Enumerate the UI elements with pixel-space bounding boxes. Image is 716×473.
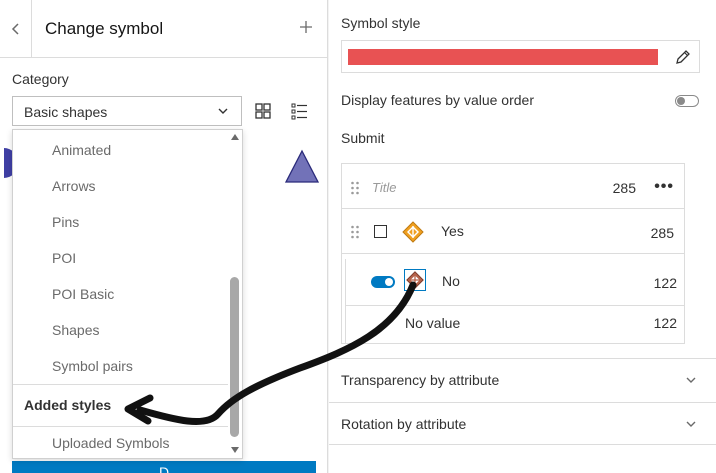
panel-header: Change symbol <box>0 0 328 58</box>
value-count-yes: 285 <box>650 225 674 241</box>
list-view-icon[interactable] <box>289 101 309 121</box>
panel-title: Change symbol <box>45 19 164 38</box>
category-dropdown: Animated Arrows Pins POI POI Basic Shape… <box>12 129 243 459</box>
dropdown-option[interactable]: POI Basic <box>52 286 114 302</box>
done-button[interactable]: D <box>12 461 316 473</box>
symbol-style-swatch <box>348 49 658 65</box>
value-label-no[interactable]: No <box>442 273 460 289</box>
drag-handle-icon[interactable] <box>350 224 360 240</box>
value-count-no: 122 <box>653 275 677 291</box>
symbol-gallery-triangle[interactable] <box>284 148 320 184</box>
symbol-style-label: Symbol style <box>341 15 421 31</box>
category-label: Category <box>12 71 69 87</box>
symbol-style-field[interactable] <box>341 40 700 73</box>
back-button[interactable] <box>0 0 32 58</box>
dropdown-option[interactable]: Symbol pairs <box>52 358 133 374</box>
category-select-value: Basic shapes <box>24 104 108 120</box>
visibility-toggle[interactable] <box>371 276 395 288</box>
list-divider <box>346 305 685 306</box>
drag-handle-icon[interactable] <box>350 180 360 196</box>
unique-values-list: Title 285 ••• Yes 285 No 122 No value 12… <box>341 163 685 344</box>
list-divider <box>342 253 684 254</box>
dropdown-option[interactable]: Pins <box>52 214 79 230</box>
change-symbol-panel: Change symbol Category Basic shapes D An… <box>0 0 328 473</box>
value-label-no-value[interactable]: No value <box>405 315 460 331</box>
chevron-down-icon <box>686 421 696 427</box>
value-count-no-value: 122 <box>653 315 677 331</box>
section-label: Transparency by attribute <box>341 372 500 388</box>
scroll-down-icon[interactable] <box>230 446 240 454</box>
dropdown-divider <box>13 384 228 385</box>
dropdown-option[interactable]: Shapes <box>52 322 99 338</box>
rotation-section[interactable]: Rotation by attribute <box>329 402 716 445</box>
category-select[interactable]: Basic shapes <box>12 96 242 126</box>
section-label: Rotation by attribute <box>341 416 467 432</box>
dropdown-option[interactable]: POI <box>52 250 76 266</box>
toggle-knob <box>677 97 685 105</box>
diamond-symbol-icon[interactable] <box>402 221 424 243</box>
plus-icon <box>300 21 312 33</box>
chevron-down-icon <box>686 377 696 383</box>
transparency-section[interactable]: Transparency by attribute <box>329 358 716 401</box>
yes-checkbox[interactable] <box>374 225 387 238</box>
chevron-left-icon <box>11 23 19 35</box>
style-options-panel: Symbol style Display features by value o… <box>329 0 716 473</box>
list-divider <box>342 208 684 209</box>
value-group-no: No 122 No value 122 <box>345 259 685 343</box>
dropdown-scrollbar-thumb[interactable] <box>230 277 239 437</box>
grid-view-icon[interactable] <box>253 101 273 121</box>
dropdown-group-heading: Added styles <box>24 397 112 413</box>
group-count: 285 <box>612 180 636 196</box>
field-label: Submit <box>341 130 385 146</box>
dropdown-option[interactable]: Arrows <box>52 178 96 194</box>
group-title-placeholder[interactable]: Title <box>372 180 396 195</box>
chevron-down-icon <box>218 108 228 114</box>
value-order-toggle[interactable] <box>675 95 699 107</box>
dropdown-option[interactable]: Uploaded Symbols <box>52 435 170 451</box>
dropdown-option[interactable]: Animated <box>52 142 111 158</box>
value-label-yes[interactable]: Yes <box>441 223 464 239</box>
scroll-up-icon[interactable] <box>230 133 240 141</box>
add-button[interactable] <box>300 17 312 37</box>
toggle-knob <box>385 278 393 286</box>
ellipsis-icon[interactable]: ••• <box>654 178 674 196</box>
value-order-label: Display features by value order <box>341 92 534 108</box>
diamond-symbol-icon[interactable] <box>404 269 426 291</box>
dropdown-divider <box>13 426 228 427</box>
pencil-icon[interactable] <box>674 48 692 66</box>
